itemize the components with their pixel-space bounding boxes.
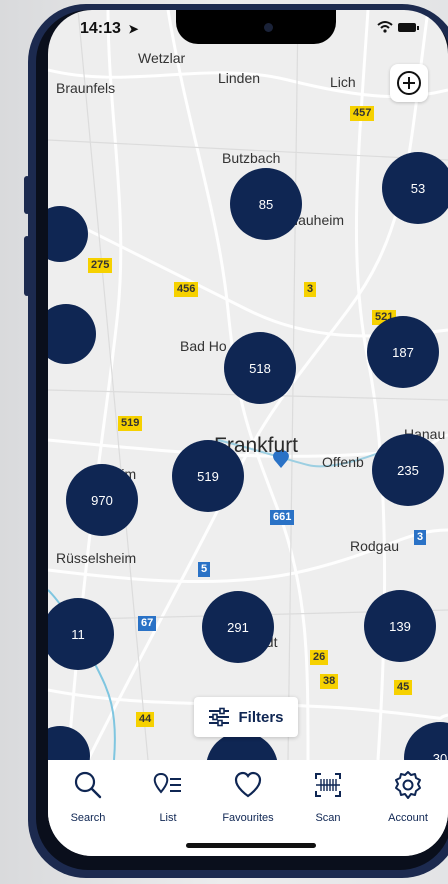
heart-icon <box>234 771 262 798</box>
tab-label: Account <box>388 812 428 824</box>
road-shield: 26 <box>310 650 329 665</box>
place-label: Lich <box>330 74 356 90</box>
phone-screen: Wetzlar Braunfels Linden Lich Butzbach Nauhei… <box>48 10 448 856</box>
add-button[interactable] <box>390 64 428 102</box>
map-cluster-marker[interactable]: 53 <box>382 152 448 224</box>
map-view[interactable]: Wetzlar Braunfels Linden Lich Butzbach Nauhei… <box>48 10 448 804</box>
status-time: 14:13 ➤ <box>80 20 139 37</box>
road-shield: 519 <box>118 416 143 431</box>
place-label: Rüsselsheim <box>56 550 137 566</box>
map-cluster-marker[interactable]: 187 <box>367 316 439 388</box>
tab-label: Search <box>70 812 106 824</box>
place-label: Offenb <box>322 454 364 470</box>
tab-bar: Search List Favourites Scan Account <box>48 760 448 856</box>
filters-button[interactable]: Filters <box>194 697 298 737</box>
map-cluster-marker[interactable]: 291 <box>202 591 274 663</box>
gear-icon <box>395 771 421 799</box>
place-label: Braunfels <box>56 80 116 96</box>
map-cluster-marker[interactable]: 518 <box>224 332 296 404</box>
place-label: Linden <box>218 70 261 86</box>
tab-label: Favourites <box>222 812 274 824</box>
list-pin-icon <box>153 772 181 794</box>
map-cluster-marker[interactable]: 85 <box>230 168 302 240</box>
road-shield: 67 <box>138 616 157 631</box>
notch <box>176 10 336 44</box>
camera <box>264 23 273 32</box>
place-label: Butzbach <box>222 150 281 166</box>
road-shield: 38 <box>320 674 339 689</box>
map-cluster-marker[interactable]: 235 <box>372 434 444 506</box>
road-shield: 661 <box>270 510 295 525</box>
place-label: Bad Ho <box>180 338 227 354</box>
road-shield: 275 <box>88 258 113 273</box>
place-label: Wetzlar <box>138 50 186 66</box>
map-cluster-marker[interactable]: 970 <box>66 464 138 536</box>
road-shield: 5 <box>198 562 211 577</box>
road-shield: 3 <box>304 282 317 297</box>
map-cluster-marker[interactable]: 139 <box>364 590 436 662</box>
tab-account[interactable]: Account <box>372 770 444 856</box>
map-cluster-marker[interactable]: 519 <box>172 440 244 512</box>
filters-label: Filters <box>238 708 284 726</box>
status-icons <box>376 20 420 37</box>
road-shield: 457 <box>350 106 375 121</box>
road-shield: 456 <box>174 282 199 297</box>
place-label: Rodgau <box>350 538 400 554</box>
plus-circle-icon <box>397 71 421 95</box>
road-shield: 3 <box>414 530 427 545</box>
barcode-scan-icon <box>315 773 341 797</box>
tab-label: List <box>159 812 177 824</box>
search-icon <box>74 771 102 799</box>
road-shield: 45 <box>394 680 413 695</box>
road-shield: 44 <box>136 712 155 727</box>
home-indicator[interactable] <box>186 843 316 848</box>
wifi-battery-icon <box>377 21 419 33</box>
sliders-icon <box>209 707 230 727</box>
location-arrow-icon: ➤ <box>128 22 139 36</box>
tab-search[interactable]: Search <box>52 770 124 856</box>
tab-label: Scan <box>315 812 341 824</box>
